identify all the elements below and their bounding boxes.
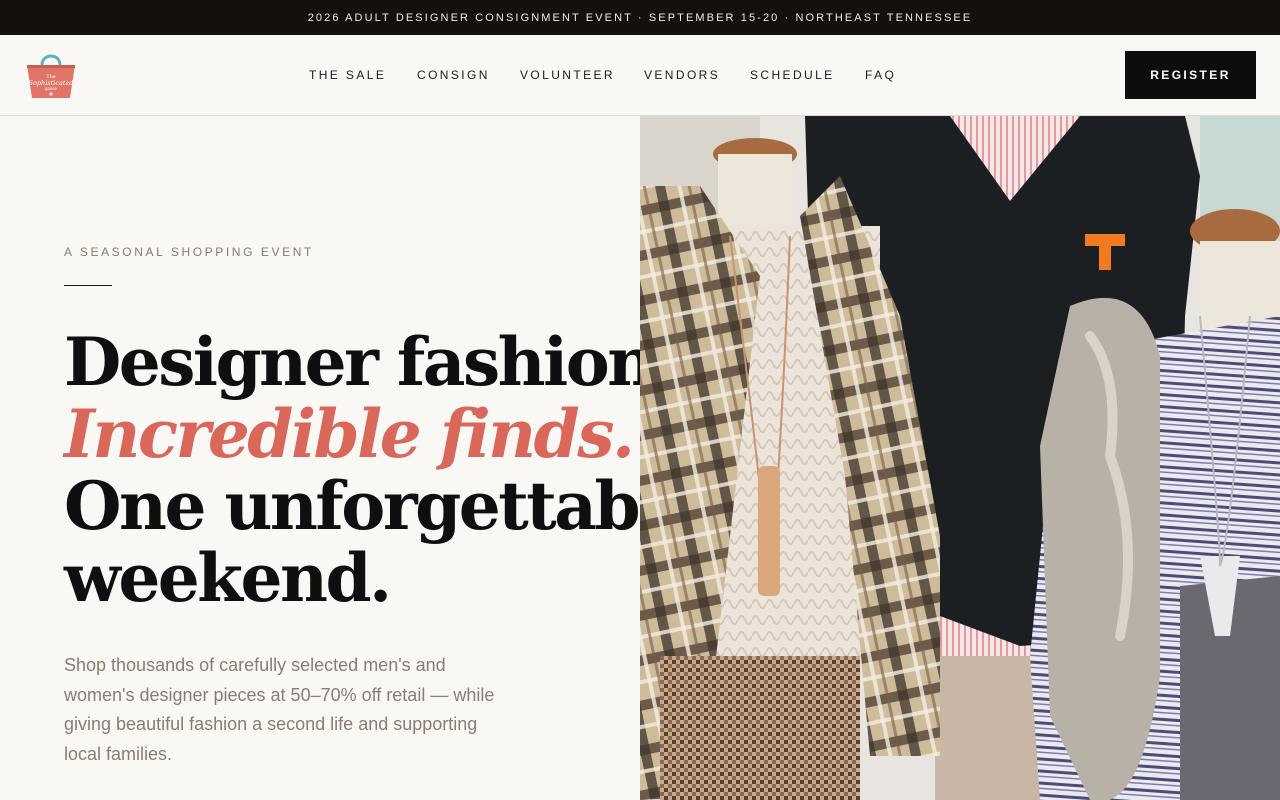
site-header: The Sophisticated goose THE SALE CONSIGN… — [0, 35, 1280, 116]
nav-consign[interactable]: CONSIGN — [417, 68, 490, 82]
hero-description: Shop thousands of carefully selected men… — [64, 655, 495, 764]
announcement-bar: 2026 ADULT DESIGNER CONSIGNMENT EVENT · … — [0, 0, 1280, 35]
nav-vendors[interactable]: VENDORS — [644, 68, 720, 82]
hero-text-panel: A SEASONAL SHOPPING EVENT Designer fashi… — [0, 116, 703, 800]
nav-faq[interactable]: FAQ — [865, 68, 896, 82]
headline-line1: Designer fashion. — [64, 323, 676, 401]
nav-the-sale[interactable]: THE SALE — [309, 68, 386, 82]
headline-line3: One unforgettable — [64, 467, 703, 545]
headline-line2: Incredible finds. — [64, 395, 635, 473]
eyebrow-divider — [64, 285, 112, 286]
hero-headline: Designer fashion. Incredible finds. One … — [64, 323, 703, 617]
hero-image — [640, 116, 1280, 800]
announcement-text: 2026 ADULT DESIGNER CONSIGNMENT EVENT · … — [307, 11, 973, 24]
headline-line4: weekend. — [64, 539, 392, 617]
register-button[interactable]: REGISTER — [1125, 51, 1256, 99]
nav-volunteer[interactable]: VOLUNTEER — [520, 68, 615, 82]
main-nav: THE SALE CONSIGN VOLUNTEER VENDORS SCHED… — [0, 35, 1280, 115]
mannequins-photo — [640, 116, 1280, 800]
nav-schedule[interactable]: SCHEDULE — [750, 68, 835, 82]
hero-eyebrow: A SEASONAL SHOPPING EVENT — [64, 245, 314, 259]
